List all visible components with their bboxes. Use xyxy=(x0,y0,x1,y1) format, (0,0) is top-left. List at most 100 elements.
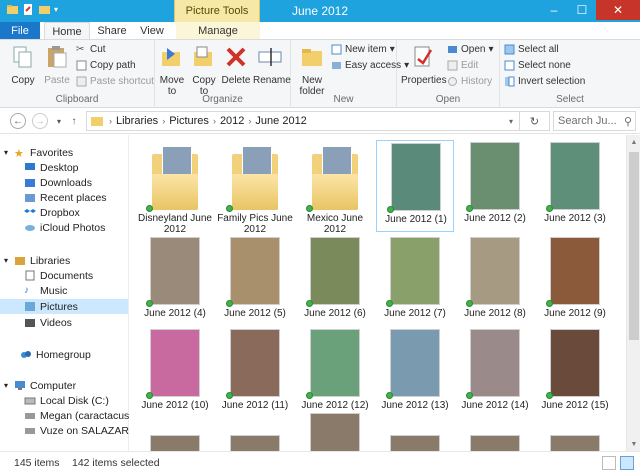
nav-computer[interactable]: ▾ Computer xyxy=(4,378,132,393)
homegroup-icon xyxy=(21,351,31,358)
photo-item[interactable]: June 2012 (10) xyxy=(136,327,214,419)
photo-item[interactable]: June 2012 (5) xyxy=(216,235,294,327)
qat-dropdown-icon[interactable]: ▾ xyxy=(54,5,58,14)
scissors-icon: ✂ xyxy=(76,44,85,55)
copy-to-button[interactable]: Copy to xyxy=(189,44,219,97)
select-all-button[interactable]: Select all xyxy=(504,44,559,55)
history-button[interactable]: History xyxy=(447,76,492,87)
photo-item[interactable]: June 2012 (1) xyxy=(376,140,454,232)
sync-status-icon xyxy=(226,300,233,307)
photo-thumbnail xyxy=(550,329,600,397)
photo-item[interactable]: June 2012 (9) xyxy=(536,235,614,327)
photo-thumbnail[interactable] xyxy=(550,435,600,451)
breadcrumb-2012[interactable]: 2012 xyxy=(218,115,246,127)
new-label: New xyxy=(333,94,354,105)
new-folder-button[interactable]: New folder xyxy=(295,44,329,97)
photo-item[interactable]: June 2012 (14) xyxy=(456,327,534,419)
cut-button[interactable]: ✂ Cut xyxy=(76,44,106,55)
clipboard-label: Clipboard xyxy=(55,94,99,105)
invert-selection-button[interactable]: Invert selection xyxy=(504,76,585,87)
copy-path-button[interactable]: Copy path xyxy=(76,60,136,71)
dropbox-icon xyxy=(24,209,36,213)
photo-item[interactable]: June 2012 (11) xyxy=(216,327,294,419)
vertical-scrollbar[interactable]: ▲ ▼ xyxy=(626,135,640,451)
rename-button[interactable]: Rename xyxy=(253,44,291,86)
paste-shortcut-button[interactable]: Paste shortcut xyxy=(76,76,154,87)
tab-manage[interactable]: Manage xyxy=(176,22,260,40)
sync-status-icon xyxy=(466,300,473,307)
photo-thumbnail[interactable] xyxy=(230,435,280,451)
photo-item[interactable]: June 2012 (7) xyxy=(376,235,454,327)
paste-button[interactable]: Paste xyxy=(42,44,72,86)
photo-item[interactable]: June 2012 (8) xyxy=(456,235,534,327)
edit-button[interactable]: Edit xyxy=(447,60,478,71)
forward-button[interactable]: → xyxy=(32,113,48,129)
select-none-button[interactable]: Select none xyxy=(504,60,571,71)
folder-item[interactable]: Family Pics June 2012 xyxy=(216,140,294,235)
photo-thumbnail xyxy=(550,142,600,210)
photo-item[interactable]: June 2012 (13) xyxy=(376,327,454,419)
up-button[interactable]: ↑ xyxy=(66,113,82,129)
photo-item[interactable]: June 2012 (12) xyxy=(296,327,374,419)
address-field[interactable]: › Libraries › Pictures › 2012 › June 201… xyxy=(86,111,520,131)
folder-item[interactable]: Disneyland June 2012 xyxy=(136,140,214,235)
nav-pictures[interactable]: Pictures xyxy=(0,299,128,314)
breadcrumb-pictures[interactable]: Pictures xyxy=(167,115,211,127)
chevron-down-icon: ▾ xyxy=(4,381,9,390)
delete-button[interactable]: Delete xyxy=(221,44,251,86)
breadcrumb-separator-icon: › xyxy=(109,116,112,126)
photo-item[interactable]: June 2012 (15) xyxy=(536,327,614,419)
up-arrow-icon: ↑ xyxy=(71,115,77,127)
refresh-button[interactable]: ↻ xyxy=(520,111,550,131)
recent-locations-button[interactable]: ▾ xyxy=(51,113,67,129)
properties-button[interactable]: Properties xyxy=(401,44,447,86)
close-button[interactable]: ✕ xyxy=(596,0,640,20)
nav-favorites[interactable]: ▾ ★ Favorites xyxy=(4,145,132,161)
forward-arrow-icon: → xyxy=(35,115,45,127)
maximize-button[interactable]: ☐ xyxy=(568,0,596,20)
new-folder-icon xyxy=(302,49,322,66)
search-box[interactable]: Search Ju... ⚲ xyxy=(553,111,636,131)
nav-homegroup[interactable]: Homegroup xyxy=(20,347,148,362)
photo-thumbnail[interactable] xyxy=(390,435,440,451)
tab-share[interactable]: Share xyxy=(94,22,130,40)
nav-libraries[interactable]: ▾ Libraries xyxy=(4,253,132,268)
photo-item[interactable]: June 2012 (4) xyxy=(136,235,214,327)
photo-item[interactable]: June 2012 (2) xyxy=(456,140,534,232)
tab-home[interactable]: Home xyxy=(44,22,90,40)
folder-item[interactable]: Mexico June 2012 xyxy=(296,140,374,235)
search-placeholder: Search Ju... xyxy=(558,115,617,127)
photo-item[interactable]: June 2012 (3) xyxy=(536,140,614,232)
sync-status-icon xyxy=(306,205,313,212)
tab-view[interactable]: View xyxy=(136,22,168,40)
new-folder-icon[interactable] xyxy=(38,3,51,16)
photo-thumbnail[interactable] xyxy=(470,435,520,451)
photo-thumbnail[interactable] xyxy=(310,413,360,451)
new-item-button[interactable]: New item ▾ xyxy=(331,44,395,55)
minimize-button[interactable]: – xyxy=(540,0,568,20)
back-button[interactable]: ← xyxy=(10,113,26,129)
copy-button[interactable]: Copy xyxy=(8,44,38,86)
photo-thumbnail[interactable] xyxy=(150,435,200,451)
details-view-button[interactable] xyxy=(602,456,616,470)
item-name: June 2012 (1) xyxy=(385,214,447,225)
status-bar: 145 items 142 items selected xyxy=(0,451,640,474)
tab-file[interactable]: File xyxy=(0,22,40,40)
scroll-up-icon[interactable]: ▲ xyxy=(627,135,640,149)
large-icons-view-button[interactable] xyxy=(620,456,634,470)
select-none-icon xyxy=(504,60,515,71)
new-group: New folder New item ▾ Easy access ▾ New xyxy=(291,40,409,108)
folder-icon[interactable] xyxy=(6,3,19,16)
sync-status-icon xyxy=(386,392,393,399)
properties-icon[interactable] xyxy=(22,3,35,16)
photo-item[interactable]: June 2012 (6) xyxy=(296,235,374,327)
open-button[interactable]: Open ▾ xyxy=(447,44,494,55)
breadcrumb-june-2012[interactable]: June 2012 xyxy=(253,115,308,127)
move-to-button[interactable]: Move to xyxy=(157,44,187,97)
item-name: Disneyland June 2012 xyxy=(138,213,212,235)
scrollbar-thumb[interactable] xyxy=(629,152,639,340)
breadcrumb-libraries[interactable]: Libraries xyxy=(114,115,160,127)
address-dropdown-icon[interactable]: ▾ xyxy=(507,117,515,126)
scroll-down-icon[interactable]: ▼ xyxy=(627,437,640,451)
photo-thumbnail xyxy=(230,237,280,305)
